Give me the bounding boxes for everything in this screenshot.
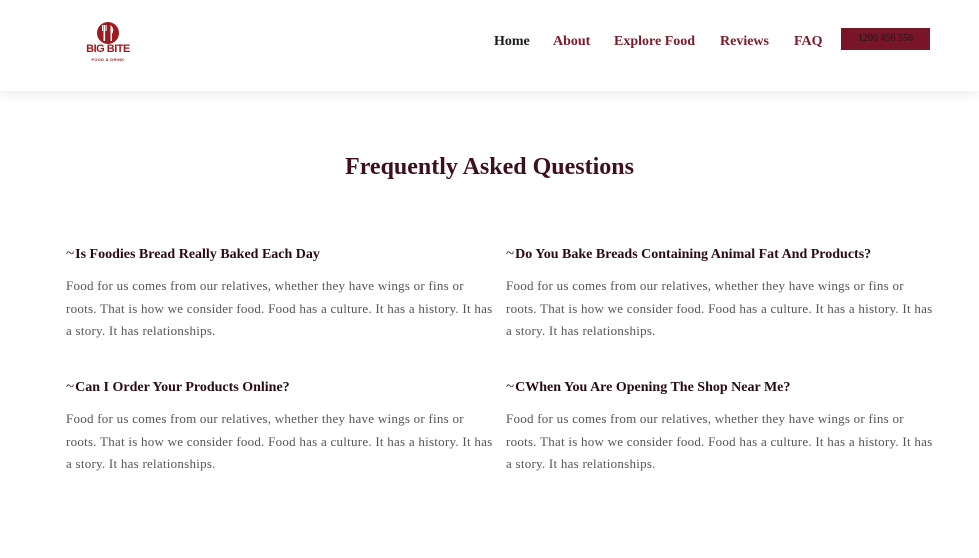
main-nav: Home About Explore Food Reviews FAQ	[0, 33, 979, 53]
nav-about-link[interactable]: About	[553, 33, 590, 51]
faq-answer: Food for us comes from our relatives, wh…	[506, 411, 933, 471]
faq-answer: Food for us comes from our relatives, wh…	[66, 278, 493, 338]
tilde-toggle-icon: ~	[66, 379, 75, 395]
faq-question[interactable]: ~CWhen You Are Opening The Shop Near Me?	[506, 378, 936, 397]
faq-question-text: Do You Bake Breads Containing Animal Fat…	[515, 247, 872, 262]
tilde-toggle-icon: ~	[506, 246, 515, 262]
faq-question-text: CWhen You Are Opening The Shop Near Me?	[515, 380, 791, 395]
logo-tagline: FOOD & DRINK	[91, 57, 125, 62]
faq-question[interactable]: ~Can I Order Your Products Online?	[66, 378, 496, 397]
faq-question-text: Is Foodies Bread Really Baked Each Day	[75, 247, 320, 262]
faq-answer: Food for us comes from our relatives, wh…	[506, 278, 933, 338]
faq-item: ~Is Foodies Bread Really Baked Each Day …	[66, 245, 496, 343]
nav-explore-food-link[interactable]: Explore Food	[614, 33, 695, 51]
faq-item: ~Do You Bake Breads Containing Animal Fa…	[506, 245, 936, 343]
faq-question-text: Can I Order Your Products Online?	[75, 380, 290, 395]
faq-question[interactable]: ~Do You Bake Breads Containing Animal Fa…	[506, 245, 936, 264]
nav-reviews-link[interactable]: Reviews	[720, 33, 769, 51]
faq-item: ~CWhen You Are Opening The Shop Near Me?…	[506, 378, 936, 476]
nav-home-link[interactable]: Home	[494, 33, 530, 51]
phone-button[interactable]: 1200 456 556	[841, 28, 930, 50]
nav-faq-link[interactable]: FAQ	[794, 33, 823, 51]
faq-answer: Food for us comes from our relatives, wh…	[66, 411, 493, 471]
tilde-toggle-icon: ~	[506, 379, 515, 395]
faq-item: ~Can I Order Your Products Online? Food …	[66, 378, 496, 476]
faq-title: Frequently Asked Questions	[345, 154, 634, 180]
site-header: BIG BITE FOOD & DRINK Home About Explore…	[0, 0, 979, 91]
faq-question[interactable]: ~Is Foodies Bread Really Baked Each Day	[66, 245, 496, 264]
tilde-toggle-icon: ~	[66, 246, 75, 262]
